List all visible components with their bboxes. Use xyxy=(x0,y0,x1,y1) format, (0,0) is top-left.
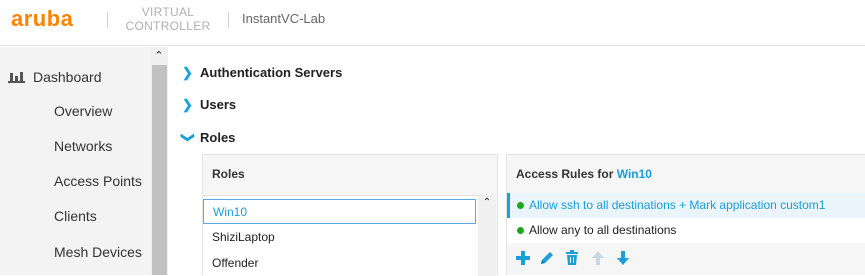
chevron-right-icon: ❯ xyxy=(182,97,193,112)
section-roles[interactable]: ❯ Roles xyxy=(181,130,236,146)
section-users[interactable]: ❯ Users xyxy=(182,97,236,113)
section-label: Roles xyxy=(200,130,236,145)
sidebar-item-clients[interactable]: Clients xyxy=(54,208,97,224)
sidebar-item-access-points[interactable]: Access Points xyxy=(54,173,142,189)
section-label: Users xyxy=(200,97,237,112)
rule-label: Allow ssh to all destinations + Mark app… xyxy=(529,198,826,212)
sidebar: Dashboard Overview Networks Access Point… xyxy=(0,47,150,275)
scroll-up-icon[interactable]: ⌃ xyxy=(478,195,496,211)
access-rules-role-name: Win10 xyxy=(616,167,652,181)
status-dot-icon xyxy=(517,227,524,234)
move-down-icon[interactable] xyxy=(614,249,632,267)
access-rules-panel: Access Rules for Win10 Allow ssh to all … xyxy=(506,154,865,275)
product-line-2: CONTROLLER xyxy=(125,19,211,33)
list-item[interactable]: ShiziLaptop xyxy=(203,225,476,250)
roles-panel-title: Roles xyxy=(212,167,245,181)
rule-label: Allow any to all destinations xyxy=(529,223,677,237)
top-header: aruba VIRTUAL CONTROLLER InstantVC-Lab xyxy=(0,0,865,46)
cluster-name: InstantVC-Lab xyxy=(242,11,326,26)
rules-list: Allow ssh to all destinations + Mark app… xyxy=(507,193,865,243)
sidebar-item-mesh-devices[interactable]: Mesh Devices xyxy=(54,244,142,260)
scrollbar-thumb[interactable] xyxy=(152,65,167,275)
sidebar-scrollbar[interactable]: ⌃ xyxy=(150,47,168,275)
delete-icon[interactable] xyxy=(563,249,581,267)
roles-panel: Roles Win10 ShiziLaptop Offender ⌃ xyxy=(202,154,498,276)
sidebar-item-overview[interactable]: Overview xyxy=(54,103,112,119)
rules-toolbar xyxy=(507,245,865,271)
list-item[interactable]: Offender xyxy=(203,251,476,276)
sidebar-item-dashboard[interactable]: Dashboard xyxy=(8,69,102,85)
sidebar-item-networks[interactable]: Networks xyxy=(54,138,112,154)
add-icon[interactable] xyxy=(514,249,532,267)
roles-scrollbar[interactable]: ⌃ xyxy=(478,195,496,276)
access-rules-title-prefix: Access Rules for xyxy=(516,167,617,181)
chevron-down-icon: ❯ xyxy=(181,132,196,143)
product-line-1: VIRTUAL xyxy=(141,5,195,19)
sidebar-item-label: Dashboard xyxy=(33,69,102,85)
section-label: Authentication Servers xyxy=(200,65,343,80)
access-rules-title: Access Rules for Win10 xyxy=(516,167,652,181)
roles-list: Win10 ShiziLaptop Offender xyxy=(203,195,481,276)
virtual-controller-label: VIRTUAL CONTROLLER xyxy=(123,5,213,33)
section-authentication-servers[interactable]: ❯ Authentication Servers xyxy=(182,65,342,81)
header-divider xyxy=(107,12,108,28)
move-up-icon[interactable] xyxy=(589,249,607,267)
main-content: ❯ Authentication Servers ❯ Users ❯ Roles Ro… xyxy=(168,47,865,276)
edit-icon[interactable] xyxy=(538,249,556,267)
list-item[interactable]: Win10 xyxy=(203,199,476,224)
list-item[interactable]: Allow ssh to all destinations + Mark app… xyxy=(507,193,865,218)
status-dot-icon xyxy=(517,202,524,209)
bar-chart-icon xyxy=(8,71,26,83)
list-item[interactable]: Allow any to all destinations xyxy=(507,218,865,243)
chevron-right-icon: ❯ xyxy=(182,65,193,80)
aruba-logo[interactable]: aruba xyxy=(11,6,73,32)
scroll-up-icon[interactable]: ⌃ xyxy=(150,47,168,65)
header-divider xyxy=(228,12,229,28)
